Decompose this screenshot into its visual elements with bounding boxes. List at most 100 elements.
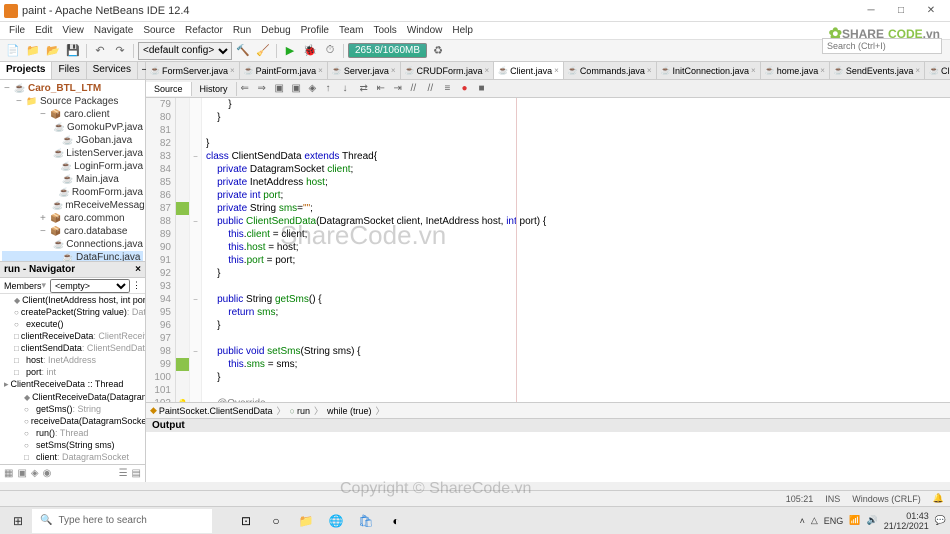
services-tab[interactable]: Services	[87, 62, 138, 79]
nav-fwd-icon[interactable]: ⇒	[258, 83, 272, 94]
new-file-icon[interactable]: 📄	[4, 42, 22, 60]
volume-icon[interactable]: 🔊	[867, 515, 878, 526]
maximize-button[interactable]: □	[886, 1, 916, 21]
task-view-icon[interactable]: ⊡	[232, 509, 260, 533]
filter-icon[interactable]: ◉	[43, 468, 52, 479]
editor-tab[interactable]: ☕InitConnection.java×	[657, 62, 761, 79]
history-view-tab[interactable]: History	[192, 82, 237, 96]
taskbar-search[interactable]: 🔍 Type here to search	[32, 509, 212, 533]
tree-node[interactable]: ☕JGoban.java	[2, 134, 143, 147]
source-view-tab[interactable]: Source	[146, 82, 192, 96]
menu-refactor[interactable]: Refactor	[180, 25, 228, 36]
project-tree[interactable]: −☕Caro_BTL_LTM −📁Source Packages −📦caro.…	[0, 80, 145, 261]
menu-profile[interactable]: Profile	[296, 25, 334, 36]
nav-item[interactable]: □clientSendData : ClientSendData	[0, 342, 145, 354]
cortana-icon[interactable]: ○	[262, 509, 290, 533]
gc-icon[interactable]: ♻	[429, 42, 447, 60]
edge-icon[interactable]: 🌐	[322, 509, 350, 533]
toggle-bookmark-icon[interactable]: ◈	[309, 83, 323, 94]
onedrive-icon[interactable]: △	[811, 515, 818, 526]
tree-node[interactable]: ☕Connections.java	[2, 238, 143, 251]
new-project-icon[interactable]: 📁	[24, 42, 42, 60]
open-icon[interactable]: 📂	[44, 42, 62, 60]
next-bookmark-icon[interactable]: ▣	[292, 83, 306, 94]
close-button[interactable]: ✕	[916, 1, 946, 21]
menu-file[interactable]: File	[4, 25, 30, 36]
menu-tools[interactable]: Tools	[368, 25, 401, 36]
tree-node[interactable]: ☕LoginForm.java	[2, 160, 143, 173]
nav-item[interactable]: □client : DatagramSocket	[0, 451, 145, 463]
record-macro-icon[interactable]: ●	[462, 83, 476, 94]
global-search-input[interactable]	[822, 38, 942, 54]
filter-icon[interactable]: ◈	[31, 468, 39, 479]
store-icon[interactable]: 🛍	[352, 509, 380, 533]
stop-macro-icon[interactable]: ■	[479, 83, 493, 94]
format-icon[interactable]: ≡	[445, 83, 459, 94]
tree-node[interactable]: ☕ListenServer.java	[2, 147, 143, 160]
tree-node[interactable]: ☕GomokuPvP.java	[2, 121, 143, 134]
cursor-position[interactable]: 105:21	[786, 494, 814, 504]
nav-item[interactable]: ◆ClientReceiveData(DatagramSocket client…	[0, 391, 145, 403]
navigator-close-icon[interactable]: ×	[135, 264, 141, 275]
clean-build-icon[interactable]: 🧹	[254, 42, 272, 60]
redo-icon[interactable]: ↷	[111, 42, 129, 60]
filter-icon[interactable]: ☰	[119, 468, 128, 479]
prev-error-icon[interactable]: ↑	[326, 83, 340, 94]
nav-item[interactable]: □port : int	[0, 366, 145, 378]
projects-tab[interactable]: Projects	[0, 62, 52, 79]
tree-node[interactable]: ☕RoomForm.java	[2, 186, 143, 199]
memory-indicator[interactable]: 265.8/1060MB	[348, 43, 427, 58]
menu-edit[interactable]: Edit	[30, 25, 57, 36]
undo-icon[interactable]: ↶	[91, 42, 109, 60]
files-tab[interactable]: Files	[52, 62, 86, 79]
menu-source[interactable]: Source	[138, 25, 180, 36]
code-editor[interactable]: 7980818283848586878889909192939495969798…	[146, 98, 950, 402]
editor-tab[interactable]: ☕PaintForm.java×	[240, 62, 328, 79]
menu-navigate[interactable]: Navigate	[89, 25, 138, 36]
run-icon[interactable]: ▶	[281, 42, 299, 60]
next-error-icon[interactable]: ↓	[343, 83, 357, 94]
filter-icon[interactable]: ▤	[132, 468, 141, 479]
members-filter[interactable]: <empty>	[50, 279, 130, 293]
uncomment-icon[interactable]: //	[428, 83, 442, 94]
tree-node[interactable]: −📦caro.database	[2, 225, 143, 238]
menu-run[interactable]: Run	[228, 25, 256, 36]
editor-tab[interactable]: ☕home.java×	[761, 62, 830, 79]
nav-item[interactable]: □clientReceiveData : ClientReceiveData	[0, 330, 145, 342]
menu-help[interactable]: Help	[447, 25, 478, 36]
editor-tab[interactable]: ☕Commands.java×	[564, 62, 657, 79]
debug-icon[interactable]: 🐞	[301, 42, 319, 60]
project-root[interactable]: −☕Caro_BTL_LTM	[2, 82, 143, 95]
nav-item[interactable]: ○receiveData(DatagramSocket client) : Da…	[0, 415, 145, 427]
save-all-icon[interactable]: 💾	[64, 42, 82, 60]
nav-item[interactable]: ○setSms(String sms)	[0, 439, 145, 451]
wifi-icon[interactable]: 📶	[849, 515, 860, 526]
menu-team[interactable]: Team	[334, 25, 368, 36]
tree-node[interactable]: −📦caro.client	[2, 108, 143, 121]
start-button[interactable]: ⊞	[4, 509, 32, 533]
editor-tab[interactable]: ☕CRUDForm.java×	[401, 62, 495, 79]
config-dropdown[interactable]: <default config>	[138, 42, 232, 60]
diff-icon[interactable]: ⇄	[360, 83, 374, 94]
explorer-icon[interactable]: 📁	[292, 509, 320, 533]
editor-breadcrumb[interactable]: ◆ PaintSocket.ClientSendData 〉 ○ run 〉 w…	[146, 402, 950, 418]
nav-back-icon[interactable]: ⇐	[241, 83, 255, 94]
notifications-icon[interactable]: 🔔	[933, 493, 944, 504]
menu-debug[interactable]: Debug	[256, 25, 295, 36]
nav-item[interactable]: ◆Client(InetAddress host, int port)	[0, 294, 145, 306]
encoding[interactable]: Windows (CRLF)	[852, 494, 921, 504]
nav-item[interactable]: ○getSms() : String	[0, 403, 145, 415]
editor-tab[interactable]: ☕FormServer.java×	[146, 62, 240, 79]
menu-view[interactable]: View	[57, 25, 89, 36]
navigator-tree[interactable]: ◆Client(InetAddress host, int port)○crea…	[0, 294, 145, 464]
nav-item[interactable]: ▸ClientReceiveData :: Thread	[0, 378, 145, 391]
comment-icon[interactable]: //	[411, 83, 425, 94]
app-icon[interactable]: ◐	[382, 509, 410, 533]
editor-tab[interactable]: ☕Server.java×	[328, 62, 401, 79]
insert-mode[interactable]: INS	[825, 494, 840, 504]
filter-icon[interactable]: ▣	[17, 468, 26, 479]
editor-tab[interactable]: ☕Client.java×	[494, 62, 564, 79]
profile-icon[interactable]: ⏱	[321, 42, 339, 60]
nav-menu-icon[interactable]: ⋮	[132, 280, 141, 291]
shift-right-icon[interactable]: ⇥	[394, 83, 408, 94]
